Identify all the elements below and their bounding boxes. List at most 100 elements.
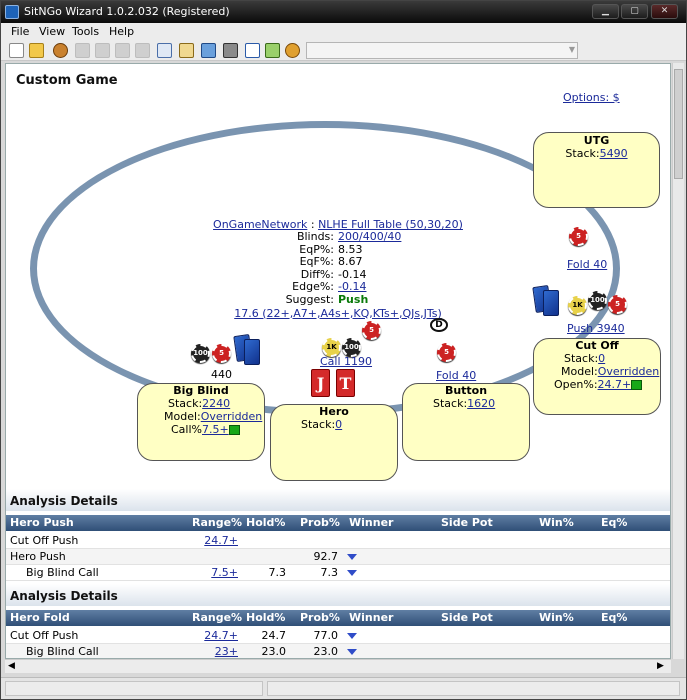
calculator-icon[interactable] — [223, 43, 238, 58]
winner-dropdown-icon[interactable] — [347, 649, 357, 655]
call-value[interactable]: 7.5+ — [202, 423, 229, 436]
seat-cutoff[interactable]: Cut Off Stack:0 Model:Overridden Open%:2… — [533, 338, 661, 415]
grid-header: Hero Fold Range% Hold% Prob% Winner Side… — [6, 610, 670, 626]
maximize-button[interactable]: ▢ — [621, 4, 648, 19]
column-header[interactable]: Side Pot — [441, 516, 493, 529]
model-label: Model: — [164, 410, 201, 423]
chip-icon: 5 — [362, 321, 381, 340]
status-pane — [267, 681, 680, 696]
table-row[interactable]: Big Blind Call 7.5+ 7.3 7.3 — [6, 565, 670, 581]
chip-icon: 5 — [569, 227, 588, 246]
model-value[interactable]: Overridden — [201, 410, 263, 423]
column-header[interactable]: Eq% — [601, 611, 627, 624]
seat-hero[interactable]: Hero Stack:0 — [270, 404, 398, 481]
gear-icon[interactable] — [285, 43, 300, 58]
column-header[interactable]: Winner — [349, 516, 393, 529]
column-header[interactable]: Win% — [539, 611, 574, 624]
chart-icon[interactable] — [245, 43, 260, 58]
dealer-button-icon: D — [430, 318, 448, 332]
menu-tools[interactable]: Tools — [72, 25, 99, 38]
utg-action[interactable]: Fold 40 — [567, 258, 607, 271]
card-back-icon — [543, 290, 559, 316]
menu-help[interactable]: Help — [109, 25, 134, 38]
model-value[interactable]: Overridden — [598, 365, 660, 378]
window-title: SitNGo Wizard 1.0.2.032 (Registered) — [24, 5, 230, 18]
column-header[interactable]: Hero Fold — [10, 611, 70, 624]
column-header[interactable]: Win% — [539, 516, 574, 529]
winner-dropdown-icon[interactable] — [347, 554, 357, 560]
new-file-icon[interactable] — [9, 43, 24, 58]
column-header[interactable]: Side Pot — [441, 611, 493, 624]
seat-utg[interactable]: UTG Stack:5490 — [533, 132, 660, 208]
menu-view[interactable]: View — [39, 25, 65, 38]
seat-name: Big Blind — [173, 384, 229, 397]
table-row[interactable]: Hero Push 92.7 — [6, 549, 670, 565]
stack-value[interactable]: 0 — [598, 352, 605, 365]
column-header[interactable]: Hold% — [246, 611, 285, 624]
table-row[interactable]: Cut Off Push 24.7+ — [6, 533, 670, 549]
range-color-swatch[interactable] — [631, 380, 643, 390]
horizontal-scrollbar[interactable]: ◀ ▶ — [5, 659, 671, 673]
range-value[interactable]: 23+ — [192, 645, 238, 658]
column-header[interactable]: Range% — [192, 516, 242, 529]
card-back-icon — [244, 339, 260, 365]
game-info: OnGameNetwork : NLHE Full Table (50,30,2… — [206, 218, 470, 321]
chip-icon: 5 — [608, 295, 627, 314]
stack-value[interactable]: 1620 — [467, 397, 495, 410]
app-window: SitNGo Wizard 1.0.2.032 (Registered) ▁ ▢… — [0, 0, 687, 700]
edit-icon[interactable] — [265, 43, 280, 58]
prob-value: 7.3 — [320, 566, 339, 579]
column-header[interactable]: Hero Push — [10, 516, 74, 529]
scroll-left-icon[interactable]: ◀ — [8, 661, 15, 671]
row-name: Cut Off Push — [10, 629, 79, 642]
column-header[interactable]: Prob% — [300, 516, 340, 529]
close-button[interactable]: ✕ — [651, 4, 678, 19]
bigblind-bet-amount: 440 — [211, 368, 232, 381]
push-range-link[interactable]: 17.6 (22+,A7+,A4s+,KQ,KTs+,QJs,JTs) — [234, 307, 442, 320]
stack-value[interactable]: 0 — [335, 418, 342, 431]
image-icon[interactable] — [201, 43, 216, 58]
toolbar-dropdown[interactable]: ▼ — [306, 42, 578, 59]
winner-dropdown-icon[interactable] — [347, 570, 357, 576]
winner-dropdown-icon[interactable] — [347, 633, 357, 639]
table-row[interactable]: Big Blind Call 23+ 23.0 23.0 — [6, 644, 670, 658]
scroll-right-icon[interactable]: ▶ — [657, 661, 664, 671]
chip-icon: 100 — [588, 291, 607, 310]
table-row[interactable]: Cut Off Push 24.7+ 24.7 77.0 — [6, 628, 670, 644]
options-link[interactable]: Options: $ — [563, 91, 620, 104]
chevron-down-icon: ▼ — [568, 45, 575, 54]
column-header[interactable]: Winner — [349, 611, 393, 624]
column-header[interactable]: Prob% — [300, 611, 340, 624]
stack-value[interactable]: 5490 — [600, 147, 628, 160]
button-action[interactable]: Fold 40 — [436, 369, 476, 382]
scrollbar-thumb[interactable] — [674, 69, 683, 179]
page-title: Custom Game — [16, 73, 118, 88]
poker-chip-icon[interactable] — [53, 43, 68, 58]
suggest-value: Push — [338, 292, 369, 306]
copy-icon[interactable] — [157, 43, 172, 58]
menu-file[interactable]: File — [11, 25, 29, 38]
card-jack-icon: J — [311, 369, 330, 397]
seat-button[interactable]: Button Stack:1620 — [402, 383, 530, 461]
column-header[interactable]: Hold% — [246, 516, 285, 529]
network-link[interactable]: OnGameNetwork — [213, 218, 307, 231]
status-bar — [1, 677, 686, 699]
stack-label: Stack: — [433, 397, 468, 410]
seat-bigblind[interactable]: Big Blind Stack:2240 Model:Overridden Ca… — [137, 383, 265, 461]
column-header[interactable]: Eq% — [601, 516, 627, 529]
blinds-value[interactable]: 200/400/40 — [334, 230, 401, 244]
hero-action[interactable]: Call 1190 — [320, 355, 372, 368]
cutoff-action[interactable]: Push 3940 — [567, 322, 625, 335]
range-color-swatch[interactable] — [228, 425, 240, 435]
analysis-header: Analysis Details — [6, 489, 670, 511]
range-value[interactable]: 24.7+ — [192, 629, 238, 642]
minimize-button[interactable]: ▁ — [592, 4, 619, 19]
vertical-scrollbar[interactable] — [672, 63, 684, 659]
stack-value[interactable]: 2240 — [202, 397, 230, 410]
range-value[interactable]: 24.7+ — [192, 534, 238, 547]
column-header[interactable]: Range% — [192, 611, 242, 624]
paste-icon[interactable] — [179, 43, 194, 58]
open-value[interactable]: 24.7+ — [598, 378, 632, 391]
open-folder-icon[interactable] — [29, 43, 44, 58]
range-value[interactable]: 7.5+ — [192, 566, 238, 579]
